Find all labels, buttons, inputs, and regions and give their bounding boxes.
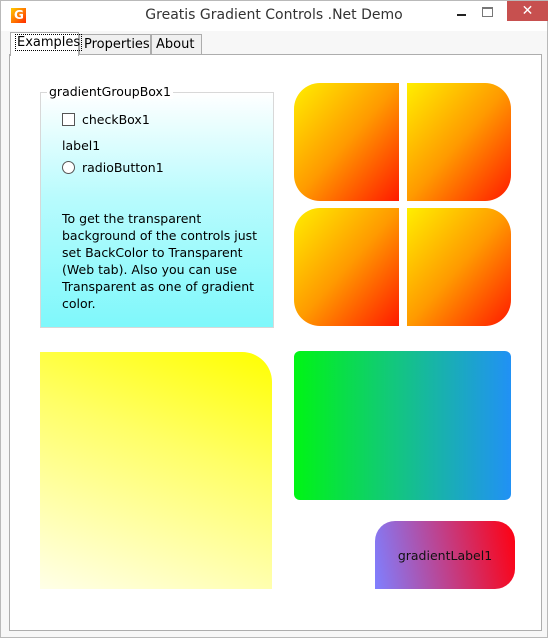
- examples-tab-panel: gradientGroupBox1 checkBox1 label1 radio…: [9, 54, 542, 631]
- maximize-button[interactable]: [477, 1, 503, 21]
- close-button[interactable]: ✕: [507, 1, 548, 21]
- minimize-button[interactable]: [449, 1, 477, 21]
- gradient-label-text: gradientLabel1: [397, 547, 493, 563]
- radio-circle-icon[interactable]: [62, 161, 75, 174]
- clover-tile-top-left: [294, 83, 399, 201]
- checkbox-label: checkBox1: [82, 112, 150, 127]
- tab-properties-label: Properties: [84, 37, 150, 52]
- close-icon: ✕: [521, 3, 534, 19]
- tab-about[interactable]: About: [151, 34, 202, 54]
- tab-examples-label: Examples: [15, 34, 83, 51]
- group-box-title: gradientGroupBox1: [47, 84, 173, 99]
- tab-examples[interactable]: Examples: [10, 32, 83, 56]
- clover-tile-bottom-left: [294, 208, 399, 326]
- gradient-label: gradientLabel1: [375, 521, 515, 589]
- tab-properties[interactable]: Properties: [79, 34, 151, 54]
- maximize-icon: [482, 7, 493, 17]
- radio-button-label: radioButton1: [82, 160, 164, 175]
- title-bar[interactable]: G Greatis Gradient Controls .Net Demo ✕: [1, 1, 548, 31]
- yellow-gradient-panel: [40, 352, 272, 589]
- green-blue-gradient-panel: [294, 351, 511, 500]
- clover-tile-top-right: [407, 83, 511, 201]
- clover-tile-bottom-right: [407, 208, 511, 326]
- minimize-icon: [457, 14, 466, 16]
- tab-about-label: About: [156, 37, 195, 52]
- label1: label1: [62, 138, 101, 153]
- gradient-clover-panel: [294, 83, 511, 326]
- checkbox[interactable]: checkBox1: [62, 112, 150, 127]
- gradient-group-box: gradientGroupBox1 checkBox1 label1 radio…: [40, 84, 274, 328]
- main-window: G Greatis Gradient Controls .Net Demo ✕ …: [0, 0, 548, 638]
- group-box-description: To get the transparent background of the…: [62, 211, 258, 311]
- radio-button[interactable]: radioButton1: [62, 160, 164, 175]
- checkbox-square-icon[interactable]: [62, 113, 75, 126]
